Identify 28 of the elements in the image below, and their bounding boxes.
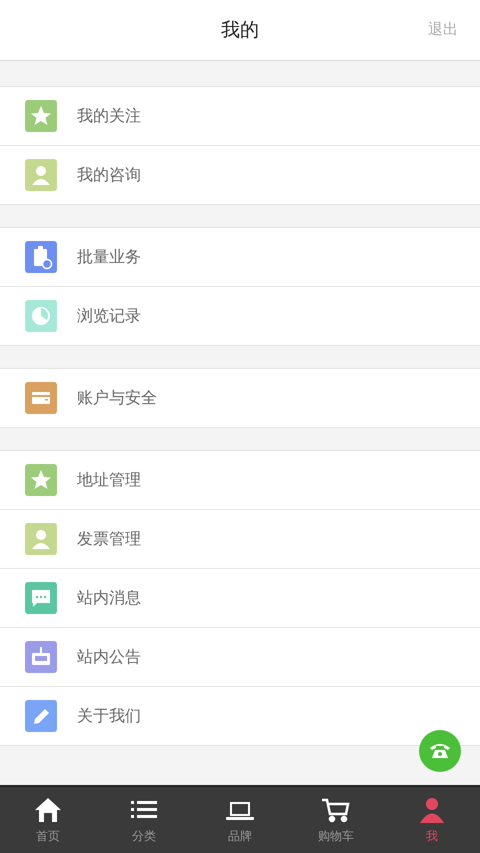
menu-item[interactable]: 地址管理 bbox=[0, 451, 480, 510]
notice-icon bbox=[25, 641, 57, 673]
phone-icon bbox=[429, 742, 451, 760]
person-icon bbox=[25, 523, 57, 555]
tab[interactable]: 购物车 bbox=[288, 787, 384, 853]
page-title: 我的 bbox=[221, 18, 259, 43]
tab[interactable]: 我 bbox=[384, 787, 480, 853]
menu-item[interactable]: 浏览记录 bbox=[0, 287, 480, 345]
menu-item[interactable]: 账户与安全 bbox=[0, 369, 480, 427]
menu-item[interactable]: 我的咨询 bbox=[0, 146, 480, 204]
message-icon bbox=[25, 582, 57, 614]
tab[interactable]: 分类 bbox=[96, 787, 192, 853]
menu-item[interactable]: 站内公告 bbox=[0, 628, 480, 687]
tab[interactable]: 首页 bbox=[0, 787, 96, 853]
wallet-icon bbox=[25, 382, 57, 414]
menu-item[interactable]: 批量业务 bbox=[0, 228, 480, 287]
pencil-icon bbox=[25, 700, 57, 732]
menu-item[interactable]: 我的关注 bbox=[0, 87, 480, 146]
menu-item[interactable]: 关于我们 bbox=[0, 687, 480, 745]
history-icon bbox=[25, 300, 57, 332]
menu-item[interactable]: 发票管理 bbox=[0, 510, 480, 569]
home-icon bbox=[33, 796, 63, 824]
person-icon bbox=[417, 796, 447, 824]
clipboard-icon bbox=[25, 241, 57, 273]
menu-item[interactable]: 站内消息 bbox=[0, 569, 480, 628]
tab[interactable]: 品牌 bbox=[192, 787, 288, 853]
person-icon bbox=[25, 159, 57, 191]
phone-button[interactable] bbox=[419, 730, 461, 772]
